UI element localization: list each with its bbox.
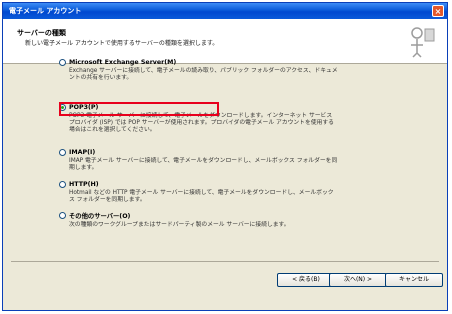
pop3-description: POP3 電子メール サーバーに接続して、電子メールをダウンロードします。インタ… bbox=[69, 113, 334, 133]
http-description: Hotmail などの HTTP 電子メール サーバーに接続して、電子メールをダ… bbox=[69, 190, 334, 203]
wizard-header: サーバーの種類 新しい電子メール アカウントで使用するサーバーの種類を選択します… bbox=[3, 19, 447, 64]
option-imap[interactable]: IMAP(I) IMAP 電子メール サーバーに接続して、電子メールをダウンロー… bbox=[59, 149, 339, 172]
imap-description: IMAP 電子メール サーバーに接続して、電子メールをダウンロードし、メールボッ… bbox=[69, 158, 338, 171]
http-radio[interactable] bbox=[59, 181, 66, 188]
option-exchange[interactable]: Microsoft Exchange Server(M) Exchange サー… bbox=[59, 59, 339, 82]
imap-radio[interactable] bbox=[59, 149, 66, 156]
other-label[interactable]: その他のサーバー(O) bbox=[69, 211, 130, 220]
exchange-description: Exchange サーバーに接続して、電子メールの読み取り、パブリック フォルダ… bbox=[69, 68, 338, 81]
wizard-icon bbox=[411, 27, 435, 58]
footer-divider bbox=[11, 261, 439, 262]
back-button[interactable]: < 戻る(B) bbox=[277, 273, 335, 287]
option-other[interactable]: その他のサーバー(O) 次の種類のワークグループまたはサードパーティ製のメール … bbox=[59, 211, 339, 229]
pop3-highlight-box bbox=[59, 102, 219, 116]
http-label[interactable]: HTTP(H) bbox=[69, 181, 99, 188]
other-radio[interactable] bbox=[59, 212, 66, 219]
window-title: 電子メール アカウント bbox=[9, 7, 82, 15]
exchange-label[interactable]: Microsoft Exchange Server(M) bbox=[69, 59, 176, 66]
page-title: サーバーの種類 bbox=[17, 29, 66, 37]
close-button[interactable]: × bbox=[432, 5, 444, 17]
exchange-radio[interactable] bbox=[59, 59, 66, 66]
option-http[interactable]: HTTP(H) Hotmail などの HTTP 電子メール サーバーに接続して… bbox=[59, 181, 339, 204]
account-wizard-window: 電子メール アカウント × サーバーの種類 新しい電子メール アカウントで使用す… bbox=[2, 2, 448, 311]
page-subtitle: 新しい電子メール アカウントで使用するサーバーの種類を選択します。 bbox=[25, 40, 219, 47]
imap-label[interactable]: IMAP(I) bbox=[69, 149, 95, 156]
other-description: 次の種類のワークグループまたはサードパーティ製のメール サーバーに接続します。 bbox=[69, 222, 290, 228]
next-button[interactable]: 次へ(N) > bbox=[329, 273, 387, 287]
cancel-button[interactable]: キャンセル bbox=[385, 273, 443, 287]
title-bar[interactable]: 電子メール アカウント × bbox=[3, 3, 447, 19]
